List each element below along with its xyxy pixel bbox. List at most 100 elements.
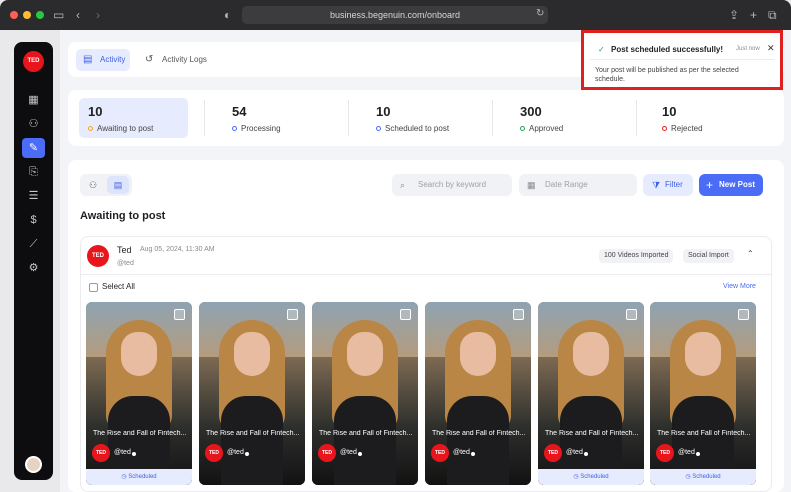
tab-activity-logs[interactable]: ↺ Activity Logs bbox=[138, 49, 214, 71]
post-view-icon[interactable]: ▤ bbox=[107, 176, 129, 194]
import-icon[interactable]: ⎘ bbox=[22, 162, 45, 182]
post-date: Aug 05, 2024, 11:30 AM bbox=[140, 246, 215, 253]
section-title: Awaiting to post bbox=[80, 210, 166, 222]
stat-label: Awaiting to post bbox=[97, 124, 154, 133]
users-icon[interactable]: ⚇ bbox=[22, 114, 45, 134]
stat-rejected[interactable]: 10 Rejected bbox=[653, 98, 762, 138]
video-handle: @ted bbox=[678, 449, 695, 456]
date-placeholder: Date Range bbox=[545, 180, 588, 189]
new-post-button[interactable]: + New Post bbox=[699, 174, 763, 196]
view-more-link[interactable]: View More bbox=[723, 283, 756, 290]
video-select-checkbox[interactable] bbox=[287, 309, 298, 320]
new-tab-icon[interactable]: + bbox=[750, 7, 757, 23]
list-icon[interactable]: ☰ bbox=[22, 186, 45, 206]
video-card[interactable]: The Rise and Fall of Fintech... TED @ted bbox=[425, 302, 531, 485]
select-all-label[interactable]: Select All bbox=[102, 282, 135, 291]
video-face bbox=[573, 332, 609, 376]
chevron-up-icon[interactable]: ⌃ bbox=[747, 249, 754, 258]
search-placeholder: Search by keyword bbox=[418, 180, 487, 189]
user-avatar[interactable] bbox=[25, 456, 42, 473]
tab-activity[interactable]: ▤ Activity bbox=[76, 49, 130, 71]
privacy-shield-icon: ◐ bbox=[224, 8, 232, 22]
video-title: The Rise and Fall of Fintech... bbox=[206, 430, 300, 437]
dot-icon bbox=[245, 452, 249, 456]
video-avatar: TED bbox=[544, 444, 562, 462]
address-bar[interactable]: business.begenuin.com/onboard bbox=[242, 6, 548, 24]
video-select-checkbox[interactable] bbox=[738, 309, 749, 320]
video-card[interactable]: The Rise and Fall of Fintech... TED @ted… bbox=[650, 302, 756, 485]
tab-activity-logs-label: Activity Logs bbox=[162, 55, 207, 64]
divider bbox=[81, 274, 771, 275]
divider bbox=[590, 59, 774, 60]
analytics-icon[interactable]: ⟋ bbox=[22, 234, 45, 254]
status-dot-icon bbox=[520, 126, 525, 131]
video-card[interactable]: The Rise and Fall of Fintech... TED @ted… bbox=[86, 302, 192, 485]
divider bbox=[636, 100, 637, 136]
dot-icon bbox=[696, 452, 700, 456]
forward-icon[interactable]: › bbox=[96, 7, 100, 23]
video-avatar: TED bbox=[205, 444, 223, 462]
history-icon: ↺ bbox=[145, 54, 154, 65]
video-face bbox=[234, 332, 270, 376]
back-icon[interactable]: ‹ bbox=[76, 7, 80, 23]
settings-icon[interactable]: ⚙ bbox=[22, 258, 45, 278]
reload-icon[interactable]: ↻ bbox=[536, 6, 544, 22]
close-window-button[interactable] bbox=[10, 11, 18, 19]
tab-overview-icon[interactable]: ⧉ bbox=[768, 7, 777, 23]
minimize-window-button[interactable] bbox=[23, 11, 31, 19]
post-author-name: Ted bbox=[117, 245, 132, 255]
video-select-checkbox[interactable] bbox=[400, 309, 411, 320]
ted-logo[interactable]: TED bbox=[23, 51, 44, 72]
video-card[interactable]: The Rise and Fall of Fintech... TED @ted… bbox=[538, 302, 644, 485]
stat-value: 54 bbox=[232, 104, 247, 119]
scheduled-status: ◷ Scheduled bbox=[86, 469, 192, 485]
video-handle: @ted bbox=[453, 449, 470, 456]
stat-value: 300 bbox=[520, 104, 542, 119]
video-avatar: TED bbox=[318, 444, 336, 462]
date-range-picker[interactable]: ▦ Date Range bbox=[519, 174, 637, 196]
video-card[interactable]: The Rise and Fall of Fintech... TED @ted bbox=[312, 302, 418, 485]
close-icon[interactable]: ✕ bbox=[767, 43, 775, 54]
video-title: The Rise and Fall of Fintech... bbox=[93, 430, 187, 437]
stat-awaiting[interactable]: 10 Awaiting to post bbox=[79, 98, 188, 138]
stat-value: 10 bbox=[88, 104, 103, 119]
grid-icon[interactable]: ▦ bbox=[22, 90, 45, 110]
app-sidebar: TED ▦ ⚇ ✎ ⎘ ☰ $ ⟋ ⚙ bbox=[14, 42, 53, 480]
plus-icon: + bbox=[706, 178, 714, 192]
status-dot-icon bbox=[376, 126, 381, 131]
select-all-checkbox[interactable] bbox=[89, 283, 98, 292]
video-select-checkbox[interactable] bbox=[626, 309, 637, 320]
video-select-checkbox[interactable] bbox=[174, 309, 185, 320]
video-select-checkbox[interactable] bbox=[513, 309, 524, 320]
toast-message: Your post will be published as per the s… bbox=[595, 67, 739, 83]
filter-button[interactable]: ⧩ Filter bbox=[643, 174, 693, 196]
toast-notification: ✓ Post scheduled successfully! Just now … bbox=[581, 30, 783, 90]
stat-scheduled[interactable]: 10 Scheduled to post bbox=[367, 98, 476, 138]
stat-approved[interactable]: 300 Approved bbox=[511, 98, 620, 138]
search-input[interactable]: ⌕ Search by keyword bbox=[392, 174, 512, 196]
stat-value: 10 bbox=[662, 104, 677, 119]
video-handle: @ted bbox=[566, 449, 583, 456]
video-body bbox=[447, 396, 509, 485]
status-dot-icon bbox=[662, 126, 667, 131]
share-icon[interactable]: ⇪ bbox=[729, 7, 739, 23]
video-card[interactable]: The Rise and Fall of Fintech... TED @ted bbox=[199, 302, 305, 485]
group-view-icon[interactable]: ⚇ bbox=[82, 176, 104, 194]
wand-icon[interactable]: ✎ bbox=[22, 138, 45, 158]
toast-time: Just now bbox=[736, 46, 760, 52]
check-icon: ✓ bbox=[598, 45, 605, 54]
sidebar-toggle-icon[interactable]: ▭ bbox=[53, 7, 64, 23]
dollar-icon[interactable]: $ bbox=[22, 210, 45, 230]
dot-icon bbox=[471, 452, 475, 456]
status-stats: 10 Awaiting to post 54 Processing 10 Sch… bbox=[68, 90, 784, 146]
scheduled-status: ◷ Scheduled bbox=[538, 469, 644, 485]
video-avatar: TED bbox=[92, 444, 110, 462]
stat-processing[interactable]: 54 Processing bbox=[223, 98, 332, 138]
maximize-window-button[interactable] bbox=[36, 11, 44, 19]
video-title: The Rise and Fall of Fintech... bbox=[545, 430, 639, 437]
stat-label: Processing bbox=[241, 124, 281, 133]
toast-title: Post scheduled successfully! bbox=[611, 45, 724, 54]
video-body bbox=[221, 396, 283, 485]
post-avatar[interactable]: TED bbox=[87, 245, 109, 267]
filter-label: Filter bbox=[665, 180, 683, 189]
